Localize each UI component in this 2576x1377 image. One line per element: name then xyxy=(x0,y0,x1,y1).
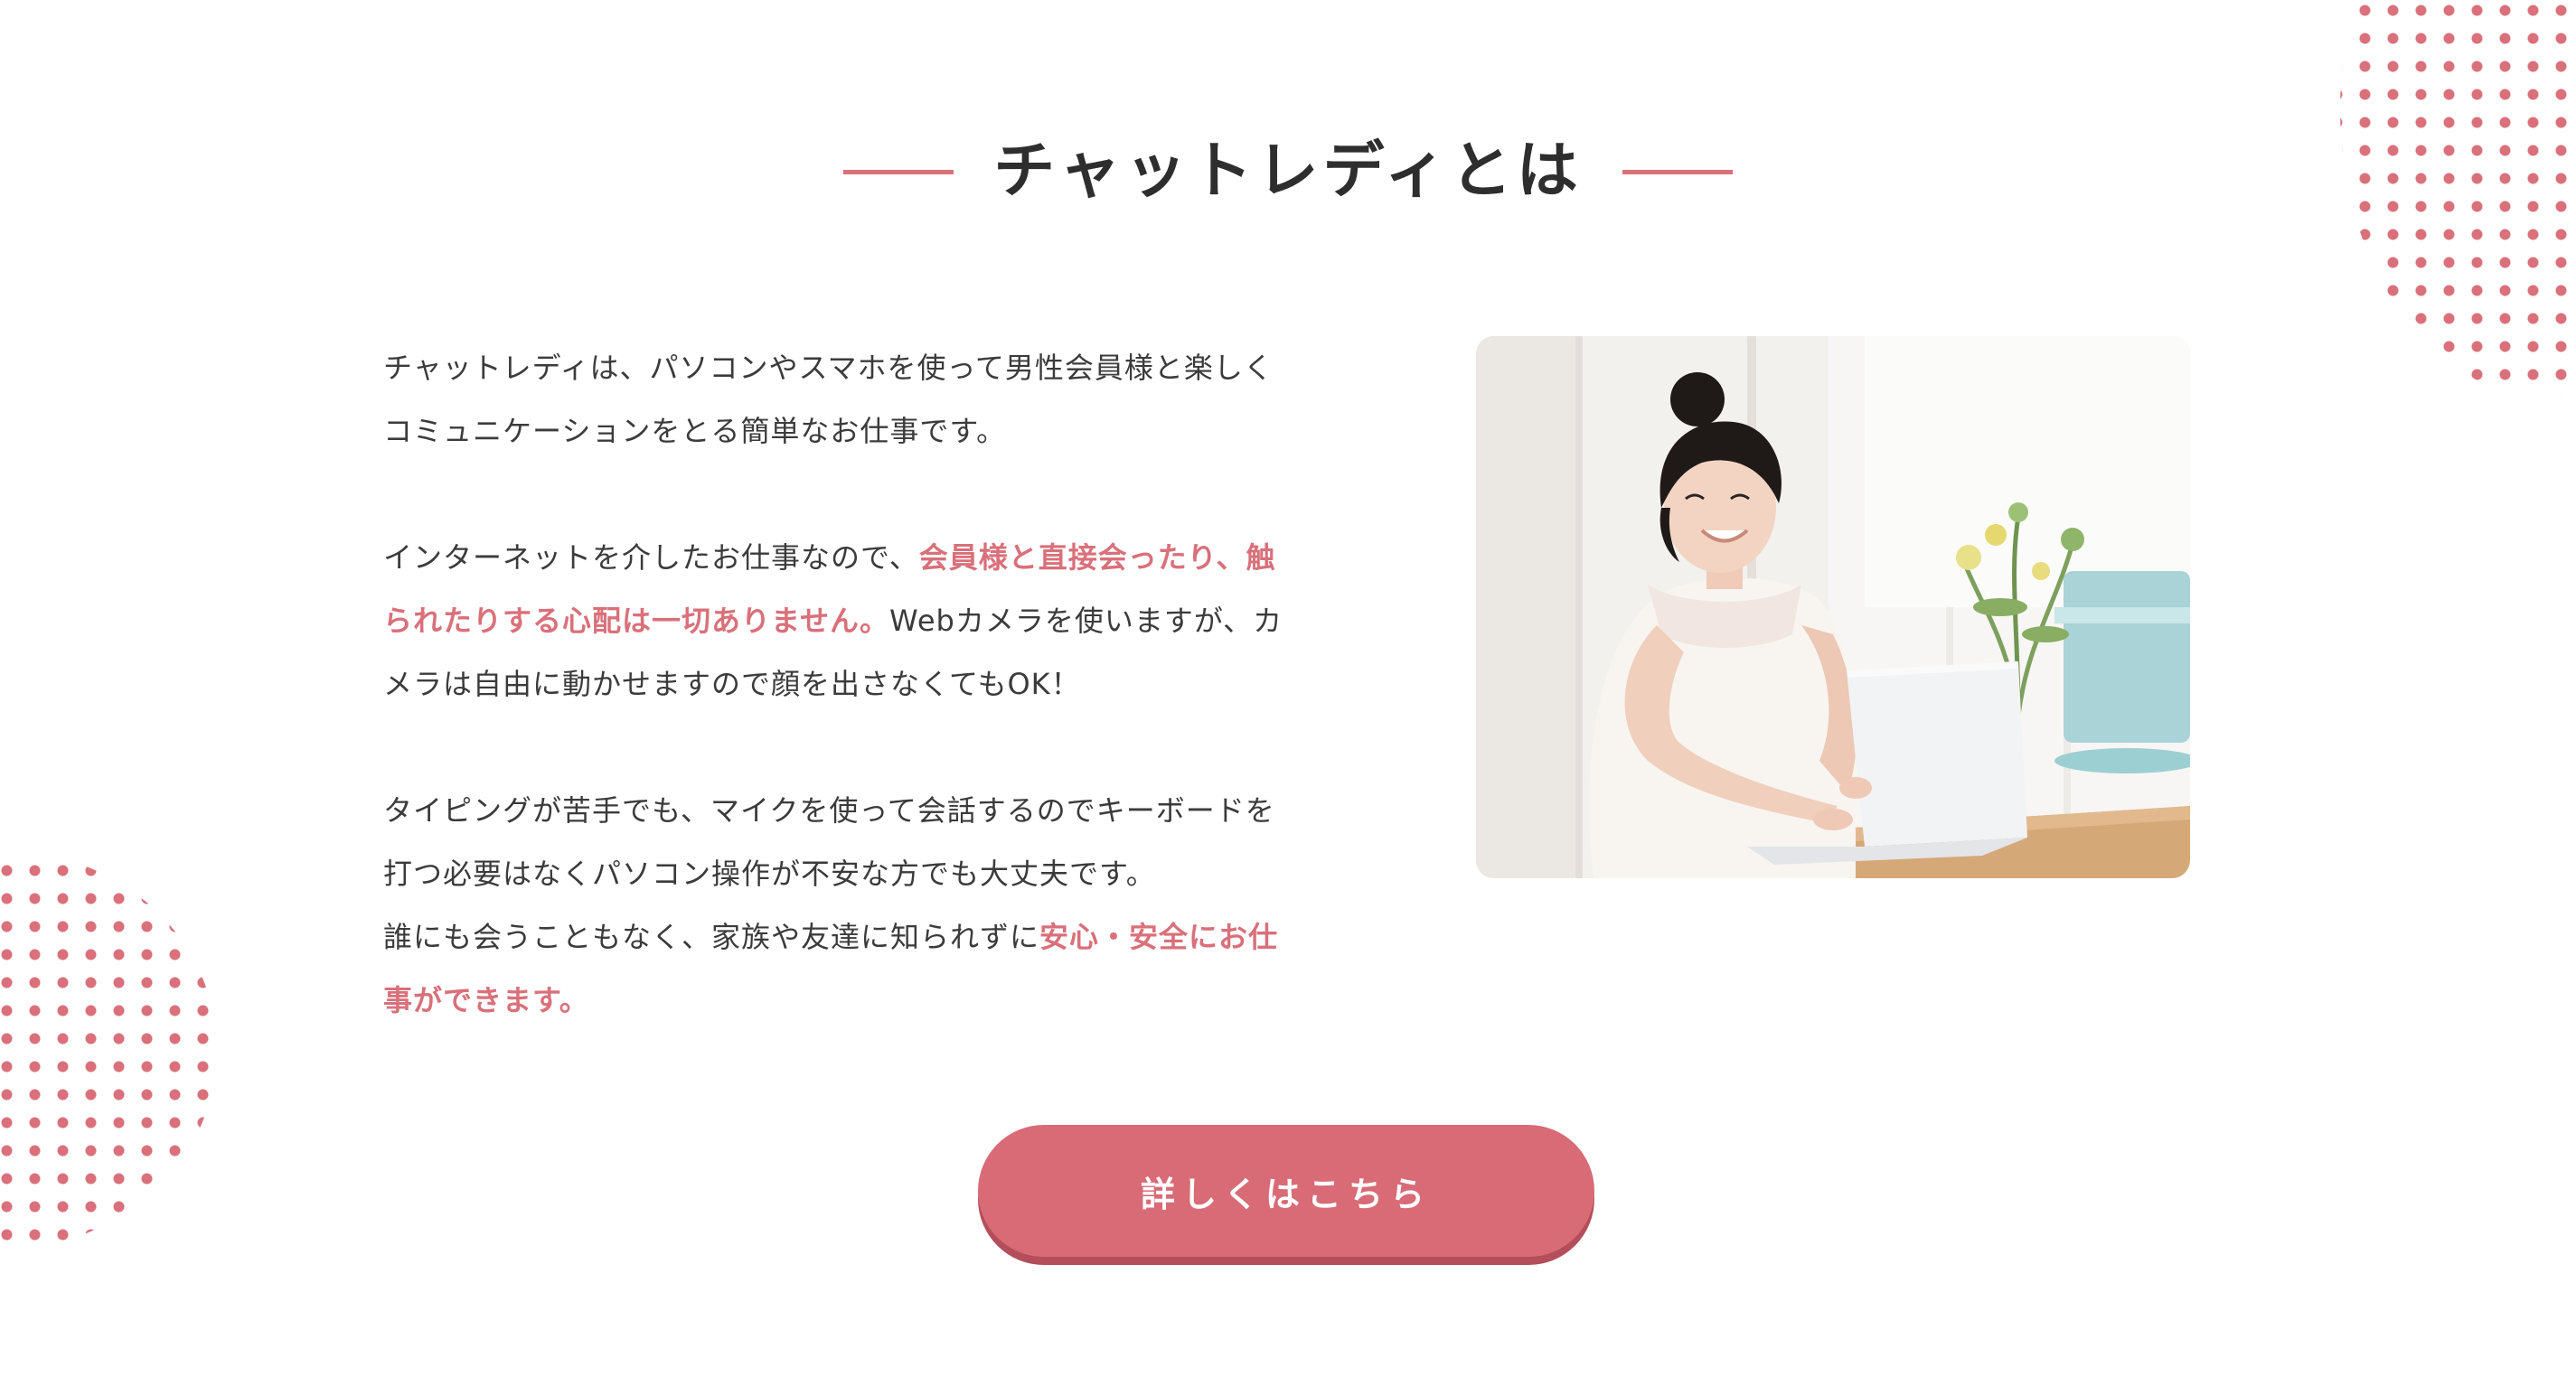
paragraph-safety-text: インターネットを介したお仕事なので、 xyxy=(383,540,919,575)
paragraph-intro-text: チャットレディは、パソコンやスマホを使って男性会員様と楽しくコミュニケーションを… xyxy=(383,351,1274,448)
section-title: チャットレディとは xyxy=(993,136,1583,207)
dot-pattern-decoration xyxy=(0,851,217,1249)
details-button[interactable]: 詳しくはこちら xyxy=(978,1125,1594,1257)
paragraph-typing: タイピングが苦手でも、マイクを使って会話するのでキーボードを打つ必要はなくパソコ… xyxy=(383,779,1287,1032)
woman-at-laptop-photo xyxy=(1476,336,2190,878)
paragraph-safety: インターネットを介したお仕事なので、会員様と直接会ったり、触られたりする心配は一… xyxy=(383,526,1287,716)
page: チャットレディとは チャットレディは、パソコンやスマホを使って男性会員様と楽しく… xyxy=(0,0,2576,1377)
section-heading: チャットレディとは xyxy=(0,126,2576,217)
heading-rule-left xyxy=(843,169,954,174)
heading-rule-right xyxy=(1622,169,1733,174)
description: チャットレディは、パソコンやスマホを使って男性会員様と楽しくコミュニケーションを… xyxy=(383,336,1287,1032)
paragraph-typing-text: タイピングが苦手でも、マイクを使って会話するのでキーボードを打つ必要はなくパソコ… xyxy=(383,793,1275,891)
paragraph-intro: チャットレディは、パソコンやスマホを使って男性会員様と楽しくコミュニケーションを… xyxy=(383,336,1287,463)
paragraph-privacy-text: 誰にも会うこともなく、家族や友達に知られずに xyxy=(383,920,1040,954)
